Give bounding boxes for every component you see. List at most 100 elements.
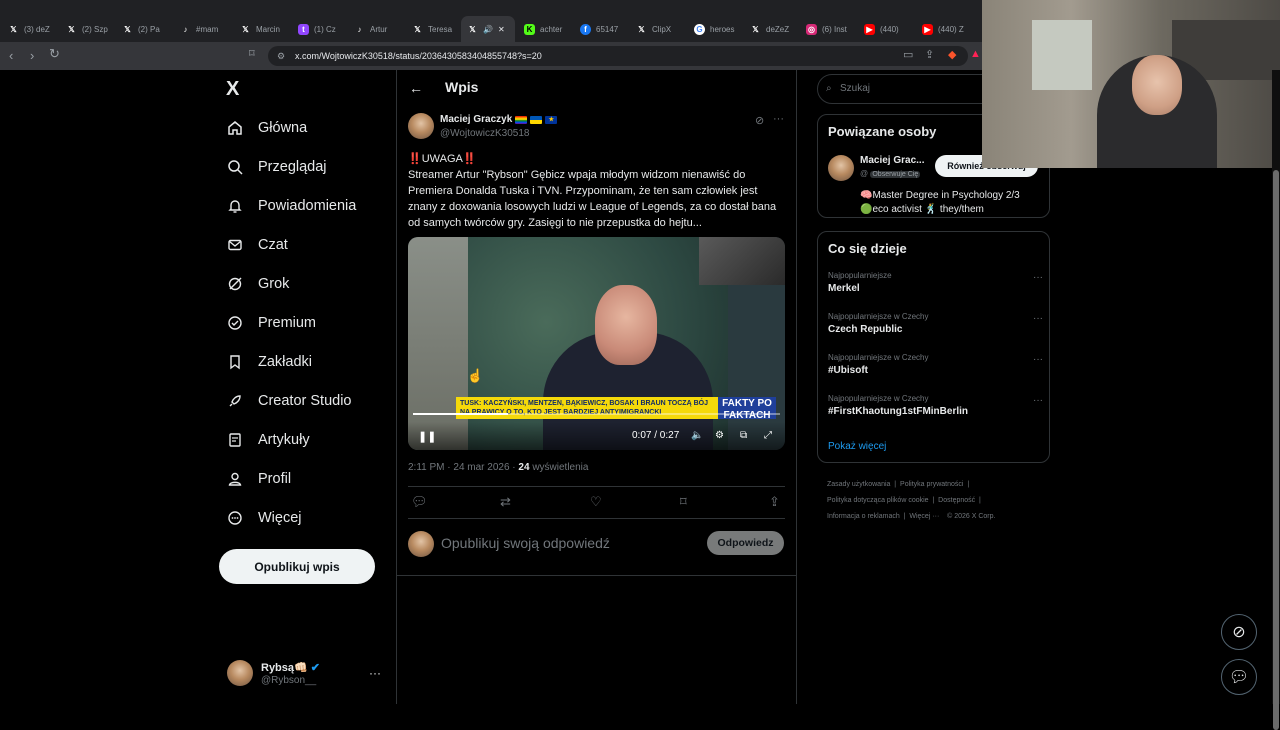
post-button[interactable]: Opublikuj wpis xyxy=(219,549,375,584)
pause-icon[interactable]: ❚❚ xyxy=(418,430,436,443)
eu-flag-icon: ★ xyxy=(545,115,558,124)
back-arrow-icon[interactable]: ← xyxy=(409,80,423,96)
video-progress-bar[interactable] xyxy=(413,413,780,415)
browser-tab[interactable]: ▶ (440) Z xyxy=(922,16,972,42)
more-icon[interactable]: ··· xyxy=(1033,272,1043,283)
footer-link[interactable]: Polityka prywatności xyxy=(900,481,963,488)
brave-rewards-icon[interactable]: ▲ xyxy=(970,48,981,60)
sidebar-item-bookmarks[interactable]: Zakładki xyxy=(227,350,312,374)
reload-icon[interactable]: ↻ xyxy=(49,46,60,62)
browser-tab[interactable]: ◎ (6) Inst xyxy=(806,16,854,42)
close-tab-icon[interactable]: ✕ xyxy=(498,25,505,34)
bookmark-icon[interactable]: ⌑ xyxy=(680,494,687,510)
avatar[interactable] xyxy=(408,113,434,139)
author-handle[interactable]: @WojtowiczK30518 xyxy=(440,128,529,139)
video-pip-overlay xyxy=(699,237,785,285)
tweet-author[interactable]: Maciej Graczyk ★ xyxy=(440,114,558,125)
footer-link[interactable]: Polityka dotycząca plików cookie xyxy=(827,497,929,504)
browser-tab[interactable]: 𝕏 Marcin xyxy=(240,16,280,42)
reply-icon[interactable]: 💬︎ xyxy=(411,494,428,510)
cast-icon[interactable]: ▭ xyxy=(903,48,913,61)
browser-tab[interactable]: Kachter xyxy=(524,16,568,42)
footer-link[interactable]: Zasady użytkowania xyxy=(827,481,890,488)
more-icon[interactable]: ··· xyxy=(1033,354,1043,365)
avatar xyxy=(408,531,434,557)
browser-tab[interactable]: t (1) Cz xyxy=(298,16,338,42)
trend-title: #Ubisoft xyxy=(828,365,868,376)
footer-link[interactable]: Dostępność xyxy=(938,497,975,504)
like-icon[interactable]: ♡ xyxy=(590,494,602,510)
volume-icon[interactable]: 🔈 xyxy=(691,430,703,441)
video-player[interactable]: TUSK: KACZYŃSKI, MENTZEN, BĄKIEWICZ, BOS… xyxy=(408,237,785,450)
browser-tab[interactable]: 𝕏 (2) Pa xyxy=(122,16,168,42)
more-icon[interactable]: ··· xyxy=(773,113,784,125)
browser-tab[interactable]: 𝕏 ClipX xyxy=(636,16,680,42)
browser-tab[interactable]: f 65147 xyxy=(580,16,622,42)
tweet-lead: UWAGA xyxy=(421,153,463,165)
x-logo-icon[interactable]: X xyxy=(226,78,239,101)
google-icon: G xyxy=(694,23,705,35)
browser-tab[interactable]: ♪ #mam xyxy=(180,16,228,42)
sidebar-item-notifications[interactable]: Powiadomienia xyxy=(227,194,356,218)
pip-icon[interactable]: ⧉ xyxy=(740,430,747,441)
retweet-icon[interactable]: ⇄ xyxy=(500,494,511,510)
browser-tab[interactable]: 𝕏 Teresa xyxy=(412,16,454,42)
tweet-body: Streamer Artur "Rybson" Gębicz wpaja mło… xyxy=(408,169,777,229)
browser-tab-active[interactable]: 𝕏 🔊 ✕ xyxy=(461,16,515,42)
fullscreen-icon[interactable]: ⤢ xyxy=(764,430,772,441)
brave-shield-icon[interactable]: ◆ xyxy=(948,48,956,61)
forward-icon[interactable]: › xyxy=(30,48,34,63)
more-icon[interactable]: ··· xyxy=(1033,395,1043,406)
scrollbar[interactable] xyxy=(1272,70,1280,730)
address-bar[interactable]: ⚙ x.com/WojtowiczK30518/status/2036430583… xyxy=(268,46,968,66)
grok-explain-icon[interactable]: ⊘ xyxy=(755,114,764,127)
account-switcher[interactable]: Rybsą👊🏻 ✔ @Rybson__ ··· xyxy=(227,660,387,690)
show-more-link[interactable]: Pokaż więcej xyxy=(828,441,886,452)
scrollbar-thumb[interactable] xyxy=(1273,170,1279,730)
settings-icon[interactable]: ⚙ xyxy=(715,430,724,441)
browser-tab[interactable]: 𝕏 (2) Szp xyxy=(66,16,114,42)
more-icon[interactable]: ··· xyxy=(1033,313,1043,324)
x-icon: 𝕏 xyxy=(124,24,131,34)
sidebar-item-home[interactable]: Główna xyxy=(227,116,307,140)
reply-input[interactable]: Opublikuj swoją odpowiedź xyxy=(441,535,610,551)
footer-link[interactable]: Więcej ··· xyxy=(909,513,939,520)
footer-link[interactable]: Informacja o reklamach xyxy=(827,513,900,520)
share-icon[interactable]: ⇪ xyxy=(769,494,780,510)
sidebar-item-profile[interactable]: Profil xyxy=(227,467,291,491)
reply-button[interactable]: Odpowiedz xyxy=(707,531,784,555)
browser-tab[interactable]: ♪ Artur xyxy=(354,16,396,42)
mouse-cursor-icon: ☝ xyxy=(467,368,484,383)
sidebar-item-premium[interactable]: Premium xyxy=(227,311,316,335)
related-name[interactable]: Maciej Grac... xyxy=(860,155,924,166)
trend-context: Najpopularniejsze w Czechy xyxy=(828,353,929,362)
sidebar-item-articles[interactable]: Artykuły xyxy=(227,428,310,452)
grok-floating-icon[interactable]: ⊘ xyxy=(1221,614,1257,650)
site-settings-icon[interactable]: ⚙ xyxy=(277,46,285,66)
browser-tab[interactable]: 𝕏deZeZ xyxy=(750,16,794,42)
video-controls: ❚❚ 0:07 / 0:27 🔈 ⚙ ⧉ ⤢ xyxy=(408,422,785,450)
back-icon[interactable]: ‹ xyxy=(9,48,13,63)
trend-item[interactable]: Najpopularniejsze w Czechy #Ubisoft ··· xyxy=(828,353,1043,376)
bookmark-page-icon[interactable]: ⌑ xyxy=(249,47,255,60)
avatar[interactable] xyxy=(828,155,854,181)
sidebar-item-chat[interactable]: Czat xyxy=(227,233,288,257)
browser-tab[interactable]: 𝕏 (3) deZ xyxy=(8,16,58,42)
chat-floating-icon[interactable]: 💬︎ xyxy=(1221,659,1257,695)
person-icon xyxy=(227,471,243,487)
sidebar-item-creator-studio[interactable]: Creator Studio xyxy=(227,389,352,413)
trend-item[interactable]: Najpopularniejsze w Czechy Czech Republic… xyxy=(828,312,1043,335)
browser-tab[interactable]: Gheroes xyxy=(694,16,738,42)
more-icon[interactable]: ··· xyxy=(369,666,381,680)
x-icon: 𝕏 xyxy=(68,24,75,34)
youtube-icon: ▶ xyxy=(922,23,933,35)
tweet-timestamp[interactable]: 2:11 PM · 24 mar 2026 · xyxy=(408,462,518,473)
sidebar-item-explore[interactable]: Przeglądaj xyxy=(227,155,327,179)
trend-item[interactable]: Najpopularniejsze w Czechy #FirstKhaotung… xyxy=(828,394,1043,417)
sidebar-item-grok[interactable]: Grok xyxy=(227,272,289,296)
browser-tab[interactable]: ▶ (440) xyxy=(864,16,914,42)
trend-item[interactable]: Najpopularniejsze Merkel ··· xyxy=(828,271,1043,294)
sidebar-item-more[interactable]: Więcej xyxy=(227,506,302,530)
divider xyxy=(408,486,785,487)
share-icon[interactable]: ⇪ xyxy=(925,48,934,61)
